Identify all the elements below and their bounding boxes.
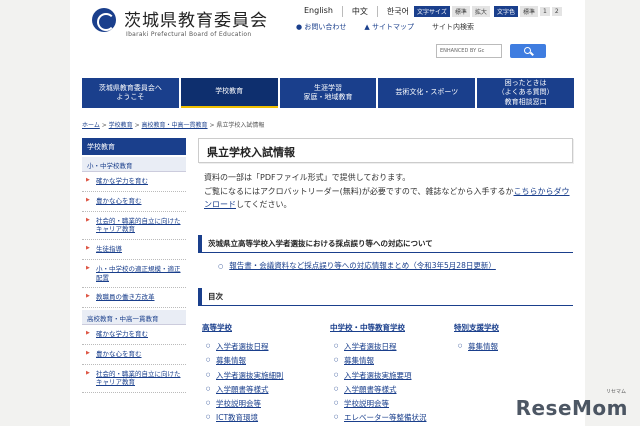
toc-heading: 目次 (198, 288, 573, 306)
lang-chinese-link[interactable]: 中文 (343, 6, 378, 17)
nav-welcome[interactable]: 茨城県教育委員会へ ようこそ (82, 78, 179, 108)
section-heading-scoring-error: 茨城県立高等学校入学者選抜における採点誤り等への対応について (198, 235, 573, 253)
text-color-label: 文字色 (494, 6, 519, 17)
nav-school-education[interactable]: 学校教育 (180, 78, 278, 108)
sitemap-link[interactable]: ▲ サイトマップ (364, 22, 414, 32)
text-color-1-button[interactable]: 1 (540, 7, 550, 16)
toc-link[interactable]: 入学者選抜日程 (334, 341, 427, 352)
toc-column-special-support: 特別支援学校 募集情報 (454, 322, 499, 355)
toc-link[interactable]: エレベーター等整備状況 (334, 412, 426, 423)
global-nav: 茨城県教育委員会へ ようこそ 学校教育 生涯学習 家庭・地域教育 芸術文化・スポ… (82, 78, 574, 108)
toc-link[interactable]: 入学願書等様式 (206, 384, 284, 395)
page-title: 県立学校入試情報 (198, 138, 573, 163)
site-header: 茨城県教育委員会 Ibaraki Prefectural Board of Ed… (70, 0, 585, 70)
sidebar-item[interactable]: 教職員の働き方改革 (82, 288, 186, 309)
contact-link[interactable]: ● お問い合わせ (296, 22, 346, 32)
nav-lifelong-learning[interactable]: 生涯学習 家庭・地域教育 (279, 78, 377, 108)
breadcrumb-high-school[interactable]: 高校教育・中高一貫教育 (142, 122, 208, 129)
font-size-label: 文字サイズ (414, 6, 450, 17)
toc-column-heading[interactable]: 中学校・中等教育学校 (330, 322, 427, 333)
sidebar-section-elementary[interactable]: 小・中学校教育 (82, 157, 186, 172)
toc-column-junior-high: 中学校・中等教育学校 入学者選抜日程 募集情報 入学者選抜実施要項 入学願書等様… (330, 322, 427, 426)
sidebar-item[interactable]: 社会的・職業的自立に向けたキャリア教育 (82, 365, 186, 394)
sidebar-item[interactable]: 豊かな心を育む (82, 192, 186, 212)
font-size-large-button[interactable]: 拡大 (471, 6, 490, 17)
toc-link[interactable]: 学校説明会等 (206, 398, 284, 409)
site-subtitle: Ibaraki Prefectural Board of Education (126, 31, 252, 38)
acrobat-notice: ご覧になるにはアクロバットリーダー(無料)が必要ですので、雑誌などから入手するか… (198, 186, 573, 211)
toc-column-heading[interactable]: 特別支援学校 (454, 322, 499, 333)
acrobat-notice-text: ご覧になるにはアクロバットリーダー(無料)が必要ですので、雑誌などから入手するか (204, 187, 514, 197)
header-links: ● お問い合わせ ▲ サイトマップ サイト内検索 (296, 22, 474, 32)
text-color-standard-button[interactable]: 標準 (520, 6, 539, 17)
toc-column-high-school: 高等学校 入学者選抜日程 募集情報 入学者選抜実施細則 入学願書等様式 学校説明… (202, 322, 284, 426)
sidebar-section-high-school[interactable]: 高校教育・中高一貫教育 (82, 310, 186, 326)
toc-link[interactable]: 募集情報 (334, 355, 427, 366)
sidebar-item[interactable]: 社会的・職業的自立に向けたキャリア教育 (82, 212, 186, 241)
site-title[interactable]: 茨城県教育委員会 (124, 6, 268, 31)
toc-link[interactable]: 募集情報 (206, 355, 284, 366)
font-size-standard-button[interactable]: 標準 (451, 6, 470, 17)
sidebar-item[interactable]: 確かな学力を育む (82, 325, 186, 345)
text-color-control: 文字色 標準 1 2 (494, 6, 562, 17)
font-size-control: 文字サイズ 標準 拡大 (414, 6, 490, 17)
resemom-watermark: ReseMom (515, 396, 628, 420)
page: 茨城県教育委員会 Ibaraki Prefectural Board of Ed… (70, 0, 585, 426)
acrobat-notice-end: してください。 (236, 199, 292, 209)
search-button[interactable] (510, 44, 546, 58)
sidebar-item[interactable]: 小・中学校の適正規模・適正配置 (82, 260, 186, 289)
breadcrumb-school-education[interactable]: 学校教育 (109, 122, 133, 129)
toc-link[interactable]: 学校説明会等 (334, 398, 427, 409)
prefecture-logo-icon[interactable] (92, 8, 116, 32)
text-color-2-button[interactable]: 2 (551, 7, 562, 16)
toc-column-heading[interactable]: 高等学校 (202, 322, 284, 333)
toc-link[interactable]: 入学者選抜実施要項 (334, 370, 427, 381)
main-content: 県立学校入試情報 資料の一部は「PDFファイル形式」で提供しております。 ご覧に… (198, 138, 573, 422)
site-search-label: サイト内検索 (431, 23, 474, 31)
sidebar-heading[interactable]: 学校教育 (82, 138, 186, 155)
report-link[interactable]: 報告書・会議資料など採点誤り等への対応情報まとめ（令和3年5月28日更新） (218, 260, 496, 271)
pdf-notice: 資料の一部は「PDFファイル形式」で提供しております。 (204, 173, 411, 182)
lang-korean-link[interactable]: 한국어 (378, 6, 418, 17)
search-input[interactable]: ENHANCED BY Gc (436, 44, 502, 58)
language-switcher: English 中文 한국어 (295, 6, 418, 17)
toc-link[interactable]: 募集情報 (458, 341, 499, 352)
toc-link[interactable]: ICT教育環境 (206, 412, 284, 423)
sidebar-item[interactable]: 豊かな心を育む (82, 345, 186, 365)
watermark-subtitle: リセマム (605, 389, 626, 395)
lang-english-link[interactable]: English (295, 6, 343, 17)
nav-arts-sports[interactable]: 芸術文化・スポーツ (378, 78, 476, 108)
sidebar-item[interactable]: 確かな学力を育む (82, 172, 186, 192)
toc-link[interactable]: 入学願書等様式 (334, 384, 427, 395)
toc-link[interactable]: 入学者選抜実施細則 (206, 370, 283, 381)
nav-help-faq[interactable]: 困ったときは （よくある質問） 教育相談窓口 (477, 78, 574, 108)
toc-link[interactable]: 入学者選抜日程 (206, 341, 284, 352)
breadcrumb-home[interactable]: ホーム (82, 122, 100, 129)
sidebar: 学校教育 小・中学校教育 確かな学力を育む 豊かな心を育む 社会的・職業的自立に… (82, 138, 186, 394)
breadcrumb: ホーム > 学校教育 > 高校教育・中高一貫教育 > 県立学校入試情報 (82, 122, 265, 129)
sidebar-item[interactable]: 生徒指導 (82, 240, 186, 260)
breadcrumb-current: 県立学校入試情報 (216, 122, 265, 129)
